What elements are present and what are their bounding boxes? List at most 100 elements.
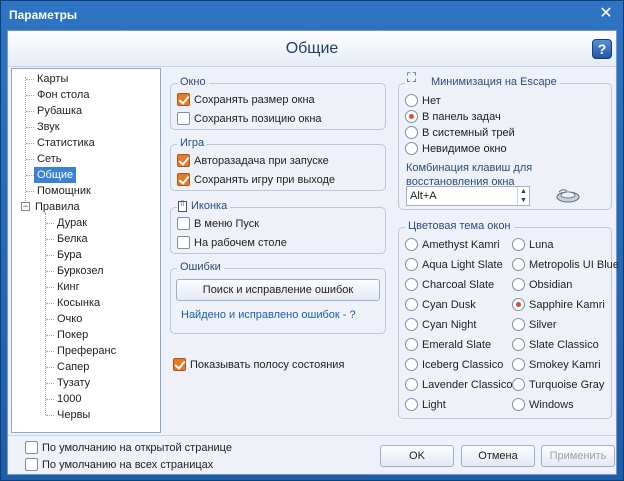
tree-child-item[interactable]: Преферанс <box>54 343 119 359</box>
radio-label: Silver <box>529 319 557 331</box>
hotkey-input[interactable]: Alt+A ▲ ▼ <box>406 186 530 207</box>
checkbox-icon <box>177 92 190 106</box>
close-icon[interactable]: ✕ <box>597 5 615 23</box>
radio-label: Lavender Classico <box>422 379 513 391</box>
save-window-size-checkbox[interactable]: Сохранять размер окна <box>177 92 315 108</box>
theme-radio[interactable]: Cyan Dusk <box>405 297 476 313</box>
tree-child-item[interactable]: Кинг <box>54 279 83 295</box>
help-icon[interactable]: ? <box>592 39 612 59</box>
tree-connector <box>26 111 34 112</box>
minimize-taskbar-radio[interactable]: В панель задач <box>405 109 501 125</box>
tree-item[interactable]: Помощник <box>34 183 94 199</box>
radio-icon <box>512 257 525 271</box>
theme-radio[interactable]: Sapphire Kamri <box>512 297 605 313</box>
theme-radio[interactable]: Metropolis UI Blue <box>512 257 619 273</box>
checkbox-label: Сохранять размер окна <box>194 94 315 106</box>
tree-child-item[interactable]: Покер <box>54 327 91 343</box>
find-fix-errors-button[interactable]: Поиск и исправление ошибок <box>176 279 380 301</box>
theme-radio[interactable]: Iceberg Classico <box>405 357 503 373</box>
settings-tree[interactable]: Карты Фон стола Рубашка Звук Статистика Сеть О… <box>11 68 161 433</box>
save-window-position-checkbox[interactable]: Сохранять позицию окна <box>177 111 322 127</box>
tree-child-item[interactable]: Тузату <box>54 375 93 391</box>
tree-connector <box>46 383 54 384</box>
tree-item[interactable]: Звук <box>34 119 63 135</box>
minimize-invisible-radio[interactable]: Невидимое окно <box>405 141 507 157</box>
spin-arrows-icon[interactable]: ▲ ▼ <box>517 187 529 207</box>
theme-radio[interactable]: Luna <box>512 237 553 253</box>
radio-icon <box>405 109 418 123</box>
theme-radio[interactable]: Aqua Light Slate <box>405 257 503 273</box>
default-all-pages-checkbox[interactable]: По умолчанию на всех страницах <box>25 457 213 473</box>
tree-item[interactable]: Рубашка <box>34 103 85 119</box>
theme-radio[interactable]: Cyan Night <box>405 317 476 333</box>
minimize-tray-radio[interactable]: В системный трей <box>405 125 515 141</box>
radio-label: Metropolis UI Blue <box>529 259 619 271</box>
radio-icon <box>405 237 418 251</box>
default-open-page-checkbox[interactable]: По умолчанию на открытой странице <box>25 440 232 456</box>
save-game-on-exit-checkbox[interactable]: Сохранять игру при выходе <box>177 172 335 188</box>
title-bar[interactable]: Параметры ✕ <box>1 1 623 29</box>
theme-radio[interactable]: Amethyst Kamri <box>405 237 500 253</box>
theme-radio[interactable]: Windows <box>512 397 574 413</box>
radio-icon <box>512 317 525 331</box>
tree-connector <box>25 77 26 205</box>
checkbox-label: Авторазадача при запуске <box>194 155 329 167</box>
show-status-bar-checkbox[interactable]: Показывать полосу состояния <box>173 357 344 373</box>
theme-radio[interactable]: Turquoise Gray <box>512 377 604 393</box>
checkbox-icon <box>25 457 38 471</box>
theme-radio[interactable]: Light <box>405 397 446 413</box>
checkbox-icon <box>177 216 190 230</box>
tree-child-item[interactable]: Очко <box>54 311 85 327</box>
checkbox-label: Показывать полосу состояния <box>190 359 345 371</box>
tree-child-item[interactable]: Буркозел <box>54 263 107 279</box>
window-title: Параметры <box>9 8 78 22</box>
minimize-group: ⛶ Минимизация на Escape Нет В панель зад… <box>398 71 612 210</box>
tree-child-item[interactable]: 1000 <box>54 391 84 407</box>
tree-item[interactable]: Карты <box>34 71 71 87</box>
radio-label: Amethyst Kamri <box>422 239 500 251</box>
desktop-checkbox[interactable]: На рабочем столе <box>177 235 287 251</box>
theme-radio[interactable]: Slate Classico <box>512 337 599 353</box>
ok-button[interactable]: OK <box>380 445 454 467</box>
icon-group: ⠿ Иконка В меню Пуск На рабочем столе <box>170 200 386 254</box>
tree-child-item[interactable]: Дурак <box>54 215 90 231</box>
theme-radio[interactable]: Charcoal Slate <box>405 277 494 293</box>
shortcut-icon: ⠿ <box>178 201 187 212</box>
theme-radio[interactable]: Obsidian <box>512 277 572 293</box>
tree-child-item[interactable]: Червы <box>54 407 93 423</box>
auto-deal-checkbox[interactable]: Авторазадача при запуске <box>177 153 329 169</box>
cancel-button[interactable]: Отмена <box>461 445 535 467</box>
radio-label: Windows <box>529 399 574 411</box>
tree-connector <box>46 319 54 320</box>
tree-child-item[interactable]: Бура <box>54 247 85 263</box>
minimize-group-title-text: Минимизация на Escape <box>431 76 557 88</box>
page-header: Общие ? <box>8 31 616 67</box>
tree-connector <box>26 79 34 80</box>
radio-label: Charcoal Slate <box>422 279 495 291</box>
tree-item[interactable]: Сеть <box>34 151 64 167</box>
theme-radio[interactable]: Smokey Kamri <box>512 357 601 373</box>
theme-radio[interactable]: Silver <box>512 317 557 333</box>
tree-child-item[interactable]: Косынка <box>54 295 103 311</box>
start-menu-checkbox[interactable]: В меню Пуск <box>177 216 259 232</box>
theme-radio[interactable]: Emerald Slate <box>405 337 491 353</box>
radio-label: Cyan Night <box>422 319 477 331</box>
apply-button[interactable]: Применить <box>541 445 615 467</box>
collapse-icon[interactable]: − <box>21 202 30 211</box>
tree-item[interactable]: Общие <box>34 167 77 183</box>
tree-item[interactable]: Статистика <box>34 135 98 151</box>
tree-child-item[interactable]: Сапер <box>54 359 92 375</box>
icon-group-title: ⠿ Иконка <box>177 200 231 212</box>
tree-item[interactable]: Фон стола <box>34 87 92 103</box>
radio-label: Smokey Kamri <box>529 359 601 371</box>
minimize-none-radio[interactable]: Нет <box>405 93 441 109</box>
radio-label: Slate Classico <box>529 339 599 351</box>
minimize-group-title: ⛶ Минимизация на Escape <box>405 71 560 88</box>
tree-connector <box>26 191 34 192</box>
theme-radio[interactable]: Lavender Classico <box>405 377 513 393</box>
tree-child-item[interactable]: Белка <box>54 231 91 247</box>
tree-item[interactable]: Правила <box>32 199 83 215</box>
checkbox-label: Сохранять позицию окна <box>194 113 322 125</box>
radio-label: В панель задач <box>422 111 501 123</box>
game-group-title: Игра <box>177 137 208 149</box>
